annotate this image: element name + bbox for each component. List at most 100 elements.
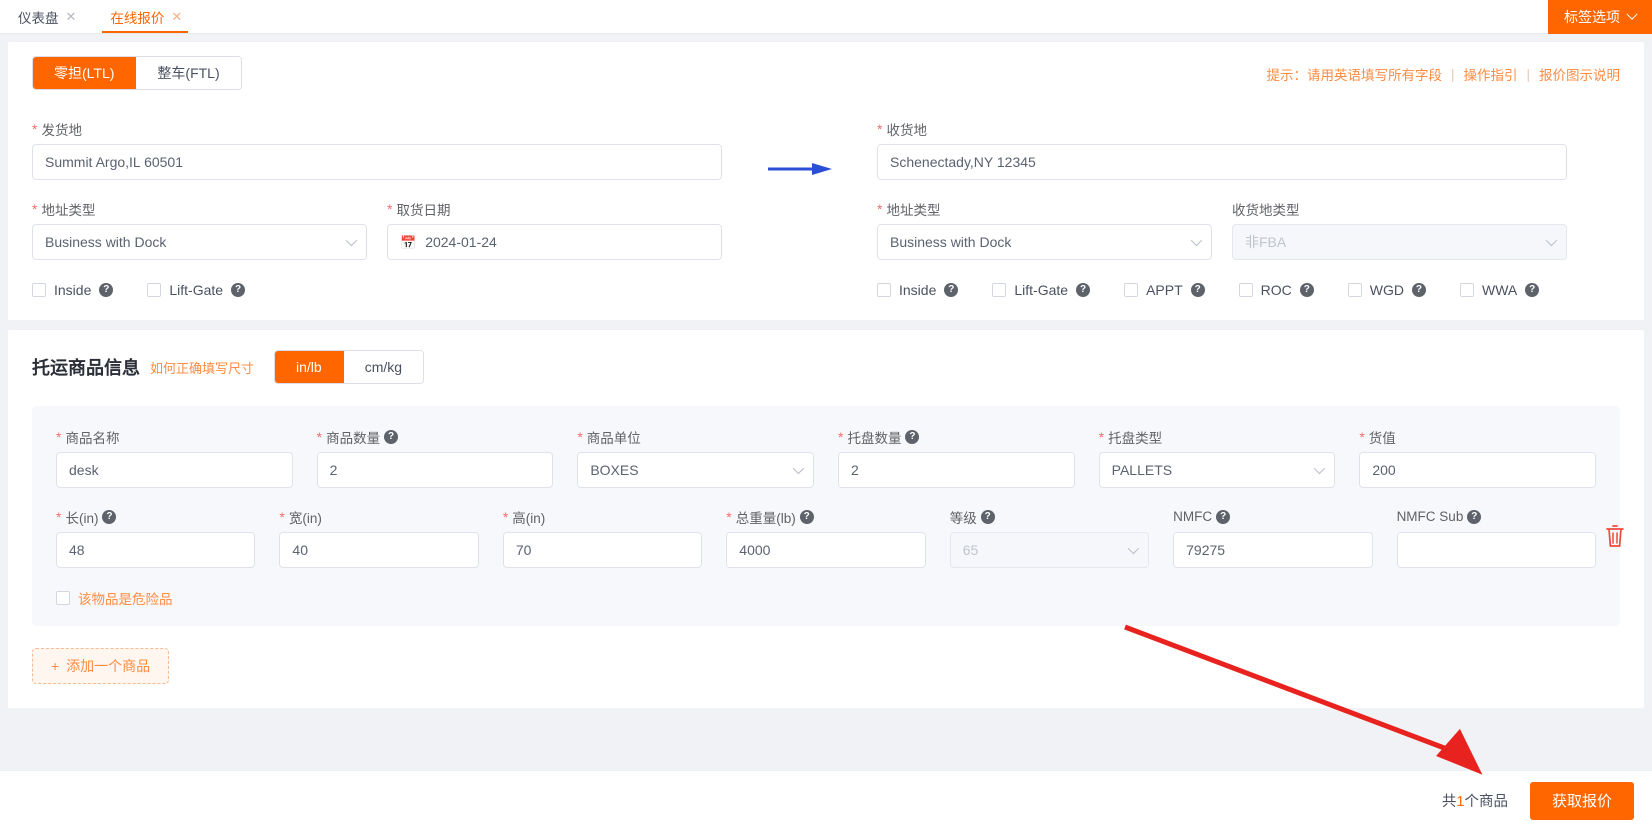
pallet-type-select[interactable]: PALLETS [1099,452,1336,488]
help-icon[interactable]: ? [800,510,814,524]
help-icon[interactable]: ? [1525,283,1539,297]
checkbox-icon[interactable] [992,283,1006,297]
required-mark: * [279,510,284,524]
label-text: 托盘类型 [1108,427,1162,447]
product-unit-select[interactable]: BOXES [577,452,814,488]
total-weight-input[interactable]: 4000 [726,532,925,568]
mode-ftl-button[interactable]: 整车(FTL) [136,57,240,89]
origin-address-input[interactable]: Summit Argo,IL 60501 [32,144,722,180]
checkbox-icon[interactable] [1348,283,1362,297]
label-text: 等级 [950,507,977,527]
help-icon[interactable]: ? [99,283,113,297]
total-prefix: 共 [1442,794,1457,810]
destination-addrtype-value: Business with Dock [890,234,1011,250]
destination-type-select[interactable]: 非FBA [1232,224,1567,260]
checkbox-icon[interactable] [32,283,46,297]
get-quote-button[interactable]: 获取报价 [1530,782,1634,820]
origin-column: * 发货地 Summit Argo,IL 60501 * 地址类型 [32,120,722,298]
trash-icon[interactable] [1604,524,1626,548]
divider: | [1451,67,1455,82]
checkbox-label: Inside [899,282,936,298]
destination-checkbox-appt[interactable]: APPT ? [1124,282,1205,298]
help-icon[interactable]: ? [384,430,398,444]
product-name-input[interactable]: desk [56,452,293,488]
goods-size-help-link[interactable]: 如何正确填写尺寸 [150,358,254,377]
checkbox-label: Lift-Gate [169,282,223,298]
help-icon[interactable]: ? [905,430,919,444]
help-icon[interactable]: ? [1191,283,1205,297]
checkbox-icon[interactable] [56,591,70,605]
english-notice: 提示：请用英语填写所有字段 [1266,64,1442,84]
help-icon[interactable]: ? [944,283,958,297]
checkbox-icon[interactable] [1239,283,1253,297]
destination-checkbox-wwa[interactable]: WWA ? [1460,282,1539,298]
origin-address-label: * 发货地 [32,120,722,137]
help-icon[interactable]: ? [981,510,995,524]
tab-online-quote[interactable]: 在线报价 ✕ [92,0,198,33]
help-icon[interactable]: ? [1076,283,1090,297]
tab-dashboard[interactable]: 仪表盘 ✕ [0,0,92,33]
freight-class-select[interactable]: 65 [950,532,1149,568]
pickup-date-input[interactable]: 📅 2024-01-24 [387,224,722,260]
nmfc-input[interactable]: 79275 [1173,532,1372,568]
checkbox-icon[interactable] [1124,283,1138,297]
close-icon[interactable]: ✕ [66,10,77,23]
unit-cmkg-button[interactable]: cm/kg [344,351,423,383]
unit-inlb-button[interactable]: in/lb [275,351,344,383]
length-input[interactable]: 48 [56,532,255,568]
width-input[interactable]: 40 [279,532,478,568]
goods-card: 托运商品信息 如何正确填写尺寸 in/lb cm/kg * [8,330,1644,708]
checkbox-icon[interactable] [877,283,891,297]
help-icon[interactable]: ? [1412,283,1426,297]
page-content: 零担(LTL) 整车(FTL) 提示：请用英语填写所有字段 | 操作指引 | 报… [0,34,1652,708]
chevron-down-icon [1626,9,1637,20]
origin-sub-row: * 地址类型 Business with Dock * 取货日期 [32,200,722,260]
tag-options-button[interactable]: 标签选项 [1548,0,1652,34]
height-input[interactable]: 70 [503,532,702,568]
mode-ltl-button[interactable]: 零担(LTL) [33,57,136,89]
origin-checkbox-liftgate[interactable]: Lift-Gate ? [147,282,245,298]
destination-sub-row: * 地址类型 Business with Dock 收货地类型 [877,200,1567,260]
origin-addrtype-select[interactable]: Business with Dock [32,224,367,260]
plus-icon: + [51,658,59,674]
add-product-button[interactable]: + 添加一个商品 [32,648,169,684]
pallet-quantity-value: 2 [851,462,859,478]
product-quantity-input[interactable]: 2 [317,452,554,488]
destination-checkbox-wgd[interactable]: WGD ? [1348,282,1426,298]
origin-checkbox-inside[interactable]: Inside ? [32,282,113,298]
help-icon[interactable]: ? [1300,283,1314,297]
label-text: 高(in) [512,507,545,527]
cargo-value-value: 200 [1372,462,1395,478]
pallet-quantity-input[interactable]: 2 [838,452,1075,488]
quote-legend-link[interactable]: 报价图示说明 [1539,64,1620,84]
field-length: * 长(in) ? 48 [56,508,255,568]
nmfc-value: 79275 [1186,542,1225,558]
required-mark: * [1099,430,1104,444]
divider: | [1526,67,1530,82]
total-weight-value: 4000 [739,542,770,558]
destination-addrtype-select[interactable]: Business with Dock [877,224,1212,260]
field-freight-class: 等级 ? 65 [950,508,1149,568]
destination-checkbox-roc[interactable]: ROC ? [1239,282,1314,298]
operation-guide-link[interactable]: 操作指引 [1463,64,1517,84]
destination-checkbox-liftgate[interactable]: Lift-Gate ? [992,282,1090,298]
help-icon[interactable]: ? [1467,510,1481,524]
field-height: * 高(in) 70 [503,508,702,568]
dangerous-goods-checkbox[interactable]: 该物品是危险品 [56,588,1596,608]
field-label: NMFC Sub ? [1397,508,1596,525]
required-mark: * [317,430,322,444]
help-icon[interactable]: ? [231,283,245,297]
checkbox-icon[interactable] [1460,283,1474,297]
help-icon[interactable]: ? [102,510,116,524]
total-items-text: 共1个商品 [1442,790,1508,811]
checkbox-icon[interactable] [147,283,161,297]
nmfc-sub-input[interactable] [1397,532,1596,568]
destination-addrtype-group: * 地址类型 Business with Dock [877,200,1212,260]
goods-fields-row-2: * 长(in) ? 48 * 宽(in) [56,508,1596,568]
help-icon[interactable]: ? [1216,510,1230,524]
destination-address-input[interactable]: Schenectady,NY 12345 [877,144,1567,180]
chevron-down-icon [1546,235,1557,246]
close-icon[interactable]: ✕ [171,10,182,23]
cargo-value-input[interactable]: 200 [1359,452,1596,488]
destination-checkbox-inside[interactable]: Inside ? [877,282,958,298]
